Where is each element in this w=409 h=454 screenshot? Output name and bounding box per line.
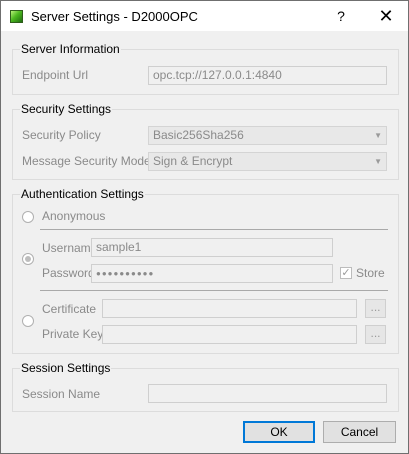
certificate-browse-button[interactable]: ... — [365, 299, 386, 318]
chevron-down-icon: ▼ — [374, 157, 382, 166]
message-security-mode-select[interactable]: Sign & Encrypt ▼ — [148, 152, 387, 171]
app-icon — [10, 10, 23, 23]
anonymous-divider — [40, 229, 388, 230]
username-field[interactable]: sample1 — [91, 238, 333, 257]
credentials-divider — [40, 290, 388, 291]
authentication-settings-title: Authentication Settings — [20, 187, 145, 201]
endpoint-url-label: Endpoint Url — [22, 68, 89, 82]
certificate-radio[interactable] — [22, 315, 34, 327]
server-settings-dialog: Server Settings - D2000OPC ? ✕ Server In… — [0, 0, 409, 454]
store-checkbox[interactable]: ✓ — [340, 267, 352, 279]
close-icon[interactable]: ✕ — [364, 1, 408, 31]
security-settings-title: Security Settings — [20, 102, 113, 116]
session-settings-title: Session Settings — [20, 361, 112, 375]
message-security-mode-value: Sign & Encrypt — [153, 154, 233, 168]
certificate-field[interactable] — [102, 299, 357, 318]
title-bar: Server Settings - D2000OPC ? ✕ — [1, 1, 408, 31]
session-name-label: Session Name — [22, 387, 101, 401]
server-information-title: Server Information — [20, 42, 121, 56]
private-key-browse-button[interactable]: ... — [365, 325, 386, 344]
window-title: Server Settings - D2000OPC — [31, 9, 198, 24]
endpoint-url-field[interactable]: opc.tcp://127.0.0.1:4840 — [148, 66, 387, 85]
store-label: Store — [356, 266, 385, 280]
ok-button[interactable]: OK — [243, 421, 315, 443]
certificate-label: Certificate — [42, 302, 97, 316]
password-field[interactable]: ●●●●●●●●●● — [91, 264, 333, 283]
username-password-radio[interactable] — [22, 253, 34, 265]
security-policy-label: Security Policy — [22, 128, 101, 142]
username-label: Username — [42, 241, 98, 255]
password-label: Password — [42, 266, 95, 280]
anonymous-radio[interactable] — [22, 211, 34, 223]
security-policy-select[interactable]: Basic256Sha256 ▼ — [148, 126, 387, 145]
private-key-field[interactable] — [102, 325, 357, 344]
message-security-mode-label: Message Security Mode — [22, 154, 151, 168]
session-name-field[interactable] — [148, 384, 387, 403]
anonymous-label: Anonymous — [42, 209, 106, 223]
help-icon[interactable]: ? — [323, 1, 359, 31]
private-key-label: Private Key — [42, 327, 104, 341]
security-policy-value: Basic256Sha256 — [153, 128, 244, 142]
chevron-down-icon: ▼ — [374, 131, 382, 140]
cancel-button[interactable]: Cancel — [323, 421, 396, 443]
